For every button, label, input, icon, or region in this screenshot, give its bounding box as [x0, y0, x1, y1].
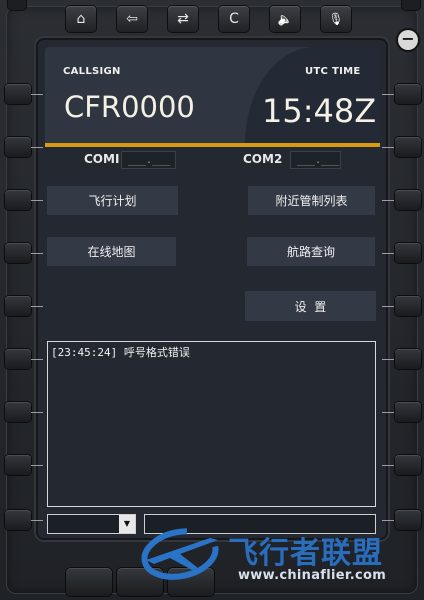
lsk-3[interactable] — [5, 190, 31, 210]
callsign-label: CALLSIGN — [63, 66, 121, 77]
rsk-tick-3 — [382, 200, 394, 201]
rsk-tick-1 — [382, 94, 394, 95]
online-map-button[interactable]: 在线地图 — [47, 237, 176, 266]
corner-knob-right — [402, 0, 420, 10]
lsk-8[interactable] — [5, 455, 31, 475]
accent-divider — [45, 143, 380, 147]
watermark-url: www.chinaflier.com — [238, 568, 387, 583]
corner-knob-left — [8, 0, 26, 10]
settings-button[interactable]: 设 置 — [245, 291, 376, 321]
com2-label: COM2 — [243, 152, 283, 166]
lsk-9[interactable] — [5, 510, 31, 530]
com1-frequency[interactable]: ___.___ — [121, 151, 176, 169]
log-line: [23:45:24] 呼号格式错误 — [51, 346, 190, 359]
lsk-4[interactable] — [5, 243, 31, 263]
swap-button[interactable]: ⇄ — [168, 6, 198, 32]
lsk-2[interactable] — [5, 137, 31, 157]
utc-time-label: UTC TIME — [305, 66, 361, 77]
bottom-button-1[interactable] — [66, 568, 112, 596]
message-log[interactable]: [23:45:24] 呼号格式错误 — [47, 341, 376, 507]
lsk-tick-5 — [31, 306, 43, 307]
back-button[interactable]: ⇦ — [117, 6, 147, 32]
mic-button[interactable]: 🎙 — [321, 6, 351, 32]
lsk-1[interactable] — [5, 84, 31, 104]
lsk-tick-3 — [31, 200, 43, 201]
minimize-button[interactable]: − — [398, 30, 418, 50]
flight-plan-button[interactable]: 飞行计划 — [47, 186, 178, 215]
utc-time-value: 15:48Z — [262, 92, 377, 130]
rsk-tick-6 — [382, 359, 394, 360]
home-icon: ⌂ — [76, 11, 86, 27]
rsk-tick-4 — [382, 253, 394, 254]
route-query-button[interactable]: 航路查询 — [247, 237, 375, 266]
rsk-tick-8 — [382, 465, 394, 466]
com1-label: COMI — [84, 152, 120, 166]
lsk-6[interactable] — [5, 349, 31, 369]
back-icon: ⇦ — [126, 11, 138, 27]
lsk-tick-1 — [31, 94, 43, 95]
rsk-5[interactable] — [395, 296, 421, 316]
airplane-logo-icon — [141, 528, 219, 580]
lsk-tick-9 — [31, 520, 43, 521]
callsign-value: CFR0000 — [64, 90, 195, 124]
frequency-select[interactable]: ▼ — [47, 514, 136, 534]
watermark-text: 飞行者联盟 — [228, 536, 383, 571]
rsk-1[interactable] — [395, 84, 421, 104]
speaker-icon: 🔈 — [277, 12, 293, 26]
rsk-2[interactable] — [395, 137, 421, 157]
lsk-5[interactable] — [5, 296, 31, 316]
clear-label: C — [229, 11, 239, 27]
lsk-tick-4 — [31, 253, 43, 254]
watermark: 飞行者联盟 www.chinaflier.com — [140, 522, 420, 592]
chevron-down-icon[interactable]: ▼ — [119, 515, 135, 533]
rsk-tick-7 — [382, 412, 394, 413]
rsk-6[interactable] — [395, 349, 421, 369]
com2-frequency[interactable]: ___.___ — [290, 151, 341, 169]
rsk-tick-5 — [382, 306, 394, 307]
rsk-tick-9 — [382, 520, 394, 521]
rsk-tick-2 — [382, 147, 394, 148]
rsk-8[interactable] — [395, 455, 421, 475]
swap-icon: ⇄ — [177, 11, 189, 27]
home-button[interactable]: ⌂ — [66, 6, 96, 32]
lsk-tick-8 — [31, 465, 43, 466]
clear-button[interactable]: C — [219, 6, 249, 32]
rsk-3[interactable] — [395, 190, 421, 210]
microphone-icon: 🎙 — [328, 12, 344, 26]
lsk-tick-6 — [31, 359, 43, 360]
volume-button[interactable]: 🔈 — [270, 6, 300, 32]
nearby-atc-list-button[interactable]: 附近管制列表 — [248, 186, 375, 215]
rsk-7[interactable] — [395, 402, 421, 422]
lsk-7[interactable] — [5, 402, 31, 422]
rsk-4[interactable] — [395, 243, 421, 263]
lsk-tick-2 — [31, 147, 43, 148]
lsk-tick-7 — [31, 412, 43, 413]
